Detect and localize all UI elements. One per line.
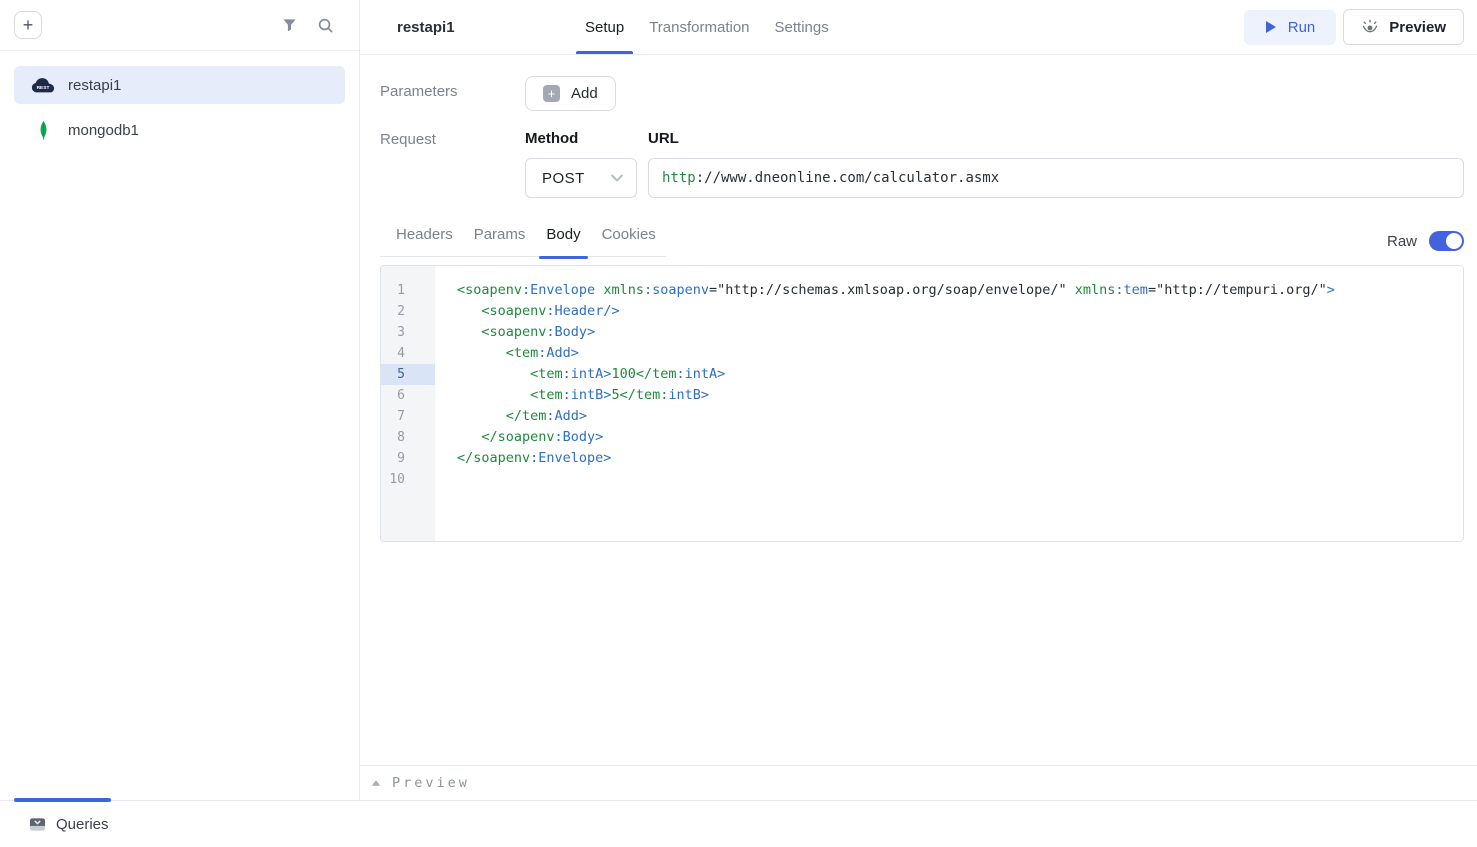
- svg-text:REST: REST: [37, 85, 50, 91]
- parameters-row: Parameters + Add: [380, 76, 1464, 111]
- code-line[interactable]: <tem:Add>: [457, 343, 1463, 364]
- subtab-body[interactable]: Body: [546, 226, 580, 243]
- request-subtabs: Headers Params Body Cookies: [380, 226, 666, 257]
- query-editor-panel: restapi1 Setup Transformation Settings R…: [360, 0, 1477, 800]
- app: + REST restapi1: [0, 0, 1477, 800]
- request-subtabs-row: Headers Params Body Cookies Raw: [380, 226, 1464, 257]
- query-list-item-mongodb1[interactable]: mongodb1: [14, 111, 345, 149]
- code-line[interactable]: <soapenv:Envelope xmlns:soapenv="http://…: [457, 280, 1463, 301]
- preview-button-label: Preview: [1389, 19, 1446, 36]
- url-column: URL http://www.dneonline.com/calculator.…: [648, 129, 1464, 198]
- url-scheme: http: [662, 170, 696, 186]
- query-list-item-restapi1[interactable]: REST restapi1: [14, 66, 345, 104]
- query-list: REST restapi1 mongodb1: [0, 51, 359, 171]
- header-tabs: Setup Transformation Settings: [585, 0, 829, 54]
- raw-label: Raw: [1387, 233, 1417, 250]
- setup-content: Parameters + Add Request Method POST: [360, 55, 1477, 765]
- preview-button[interactable]: Preview: [1343, 9, 1464, 45]
- query-header: restapi1 Setup Transformation Settings R…: [360, 0, 1477, 55]
- rest-api-icon: REST: [30, 77, 56, 94]
- line-number: 8: [381, 427, 435, 448]
- plus-icon: +: [543, 85, 560, 102]
- code-lines[interactable]: <soapenv:Envelope xmlns:soapenv="http://…: [435, 266, 1463, 541]
- query-sidebar: + REST restapi1: [0, 0, 360, 800]
- header-actions: Run Preview: [1244, 0, 1464, 54]
- editor-gutter: 12345678910: [381, 266, 435, 541]
- eye-icon: [1361, 18, 1379, 36]
- method-column: Method POST: [525, 129, 637, 198]
- tab-setup[interactable]: Setup: [585, 0, 624, 54]
- line-number: 4: [381, 343, 435, 364]
- line-number: 7: [381, 406, 435, 427]
- url-label: URL: [648, 129, 1464, 148]
- parameters-label: Parameters: [380, 76, 525, 100]
- subtab-headers[interactable]: Headers: [396, 226, 453, 243]
- queries-active-indicator: [14, 798, 111, 802]
- add-query-button[interactable]: +: [14, 11, 42, 39]
- queries-label: Queries: [56, 816, 109, 833]
- queries-panel-icon: [29, 816, 46, 833]
- code-line[interactable]: <soapenv:Header/>: [457, 301, 1463, 322]
- query-item-label: restapi1: [68, 77, 121, 94]
- chevron-down-icon: [609, 170, 625, 186]
- toggle-knob: [1446, 233, 1462, 249]
- request-row: Request Method POST URL http://www.dneon…: [380, 129, 1464, 198]
- run-button-label: Run: [1288, 19, 1316, 36]
- body-code-editor[interactable]: 12345678910 <soapenv:Envelope xmlns:soap…: [380, 265, 1464, 542]
- method-select[interactable]: POST: [525, 158, 637, 198]
- line-number: 1: [381, 280, 435, 301]
- code-line[interactable]: <tem:intA>100</tem:intA>: [457, 364, 1463, 385]
- query-title: restapi1: [397, 19, 585, 36]
- line-number: 5: [381, 364, 435, 385]
- query-item-label: mongodb1: [68, 122, 139, 139]
- raw-toggle[interactable]: [1429, 231, 1464, 251]
- code-line[interactable]: [457, 469, 1463, 490]
- code-line[interactable]: </tem:Add>: [457, 406, 1463, 427]
- line-number: 10: [381, 469, 435, 490]
- method-value: POST: [542, 170, 585, 187]
- url-rest: ://www.dneonline.com/calculator.asmx: [696, 170, 999, 186]
- line-number: 2: [381, 301, 435, 322]
- method-label: Method: [525, 129, 637, 148]
- preview-panel-toggle[interactable]: Preview: [360, 765, 1477, 800]
- request-label: Request: [380, 129, 525, 148]
- url-input[interactable]: http://www.dneonline.com/calculator.asmx: [648, 158, 1464, 198]
- line-number: 9: [381, 448, 435, 469]
- add-parameter-button[interactable]: + Add: [525, 76, 616, 111]
- chevron-up-icon: [371, 779, 381, 787]
- play-icon: [1265, 20, 1277, 34]
- subtab-params[interactable]: Params: [474, 226, 526, 243]
- tab-settings[interactable]: Settings: [775, 0, 829, 54]
- line-number: 3: [381, 322, 435, 343]
- sidebar-header: +: [0, 0, 359, 51]
- mongodb-icon: [30, 120, 56, 141]
- line-number: 6: [381, 385, 435, 406]
- bottom-bar: Queries: [0, 800, 1477, 847]
- queries-panel-toggle[interactable]: Queries: [29, 816, 109, 833]
- preview-panel-label: Preview: [392, 775, 470, 791]
- add-parameter-label: Add: [571, 85, 598, 102]
- raw-toggle-group: Raw: [1387, 231, 1464, 257]
- code-line[interactable]: </soapenv:Body>: [457, 427, 1463, 448]
- search-icon[interactable]: [313, 13, 337, 37]
- filter-icon[interactable]: [277, 13, 301, 37]
- run-button[interactable]: Run: [1244, 10, 1337, 45]
- subtab-cookies[interactable]: Cookies: [602, 226, 656, 243]
- tab-transformation[interactable]: Transformation: [649, 0, 749, 54]
- code-line[interactable]: <soapenv:Body>: [457, 322, 1463, 343]
- code-line[interactable]: </soapenv:Envelope>: [457, 448, 1463, 469]
- code-line[interactable]: <tem:intB>5</tem:intB>: [457, 385, 1463, 406]
